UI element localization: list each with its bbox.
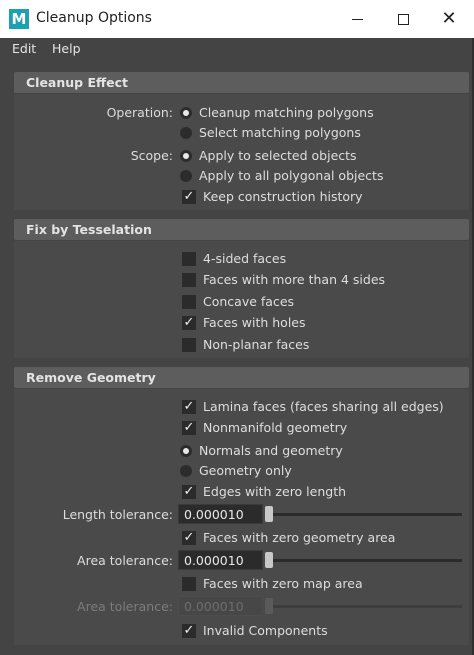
close-icon: ✕ — [441, 8, 457, 29]
zero-length-edges-checkbox[interactable]: ✓ Edges with zero length — [182, 483, 462, 501]
area-tolerance-slider-handle[interactable] — [265, 552, 273, 568]
lamina-faces-checkbox[interactable]: ✓ Lamina faces (faces sharing all edges) — [182, 398, 467, 416]
checkbox-label: Faces with zero map area — [203, 576, 363, 591]
checkbox-label: Non-planar faces — [203, 337, 310, 352]
operation-radio-cleanup[interactable]: Cleanup matching polygons — [180, 104, 460, 122]
maya-app-icon: M — [9, 9, 29, 29]
checkbox-label: Keep construction history — [203, 189, 363, 204]
checkbox: ✓ — [182, 420, 196, 435]
scope-label: Scope: — [130, 148, 173, 163]
area-tolerance-field[interactable]: 0.000010 — [178, 550, 263, 570]
checkbox-label: Invalid Components — [203, 623, 328, 638]
tess-checkbox-more-than-4[interactable]: Faces with more than 4 sides — [182, 271, 462, 289]
area-tolerance-slider-track[interactable] — [266, 559, 462, 562]
radio-label: Geometry only — [199, 463, 292, 478]
section-header-cleanup-effect[interactable]: Cleanup Effect — [14, 72, 469, 93]
menu-help[interactable]: Help — [52, 41, 81, 56]
checkbox — [182, 577, 196, 591]
radio-label: Normals and geometry — [199, 443, 343, 458]
length-tolerance-field[interactable]: 0.000010 — [178, 504, 263, 524]
checkbox — [182, 338, 196, 352]
radio-button — [180, 127, 192, 139]
checkbox-label: Faces with zero geometry area — [203, 530, 396, 545]
radio-label: Apply to all polygonal objects — [199, 168, 384, 183]
scope-radio-all[interactable]: Apply to all polygonal objects — [180, 167, 460, 185]
length-tolerance-label: Length tolerance: — [62, 507, 173, 522]
menu-edit[interactable]: Edit — [12, 41, 36, 56]
checkbox: ✓ — [182, 315, 196, 330]
checkbox: ✓ — [182, 484, 196, 499]
operation-label: Operation: — [106, 105, 173, 120]
checkbox: ✓ — [182, 623, 196, 638]
checkbox-label: Faces with holes — [203, 315, 306, 330]
maximize-icon — [397, 14, 409, 25]
menu-bar: Edit Help — [0, 38, 474, 60]
map-area-tolerance-slider-track — [266, 605, 462, 608]
checkbox — [182, 273, 196, 287]
nonmanifold-radio-normals[interactable]: Normals and geometry — [180, 442, 460, 460]
checkbox — [182, 295, 196, 309]
area-tolerance-label: Area tolerance: — [77, 553, 173, 568]
checkbox — [182, 252, 196, 266]
checkbox-label: Faces with more than 4 sides — [203, 272, 386, 287]
section-header-remove-geometry[interactable]: Remove Geometry — [14, 367, 469, 388]
zero-map-area-checkbox[interactable]: Faces with zero map area — [182, 575, 462, 593]
invalid-components-checkbox[interactable]: ✓ Invalid Components — [182, 622, 462, 640]
window-title: Cleanup Options — [36, 10, 152, 26]
radio-label: Cleanup matching polygons — [199, 105, 374, 120]
checkbox-label: Nonmanifold geometry — [203, 420, 348, 435]
radio-button — [180, 150, 192, 162]
scope-radio-selected[interactable]: Apply to selected objects — [180, 147, 460, 165]
length-tolerance-slider-track[interactable] — [266, 513, 462, 516]
checkbox-label: Concave faces — [203, 294, 295, 309]
checkbox-label: Lamina faces (faces sharing all edges) — [203, 399, 444, 414]
zero-area-faces-checkbox[interactable]: ✓ Faces with zero geometry area — [182, 529, 462, 547]
section-header-fix-by-tesselation[interactable]: Fix by Tesselation — [14, 219, 469, 240]
operation-radio-select[interactable]: Select matching polygons — [180, 124, 460, 142]
radio-button — [180, 107, 192, 119]
map-area-tolerance-slider-handle — [265, 598, 273, 614]
length-tolerance-slider-handle[interactable] — [265, 506, 273, 522]
radio-button — [180, 465, 192, 477]
checkbox: ✓ — [182, 530, 196, 545]
radio-label: Apply to selected objects — [199, 148, 357, 163]
keep-history-checkbox[interactable]: ✓ Keep construction history — [182, 188, 462, 206]
tess-checkbox-holes[interactable]: ✓ Faces with holes — [182, 314, 462, 332]
minimize-icon — [351, 19, 363, 20]
radio-button — [180, 170, 192, 182]
maximize-button[interactable] — [380, 0, 426, 38]
checkbox: ✓ — [182, 189, 196, 204]
minimize-button[interactable] — [334, 0, 380, 38]
radio-label: Select matching polygons — [199, 125, 361, 140]
tess-checkbox-4-sided[interactable]: 4-sided faces — [182, 250, 462, 268]
close-button[interactable]: ✕ — [426, 0, 472, 38]
nonmanifold-checkbox[interactable]: ✓ Nonmanifold geometry — [182, 419, 462, 437]
map-area-tolerance-field: 0.000010 — [178, 596, 263, 616]
checkbox-label: Edges with zero length — [203, 484, 347, 499]
title-bar: M Cleanup Options ✕ — [0, 0, 474, 38]
tess-checkbox-non-planar[interactable]: Non-planar faces — [182, 336, 462, 354]
map-area-tolerance-label: Area tolerance: — [77, 599, 173, 614]
checkbox-label: 4-sided faces — [203, 251, 287, 266]
tess-checkbox-concave[interactable]: Concave faces — [182, 293, 462, 311]
checkbox: ✓ — [182, 399, 196, 414]
nonmanifold-radio-geometry-only[interactable]: Geometry only — [180, 462, 460, 480]
radio-button — [180, 445, 192, 457]
